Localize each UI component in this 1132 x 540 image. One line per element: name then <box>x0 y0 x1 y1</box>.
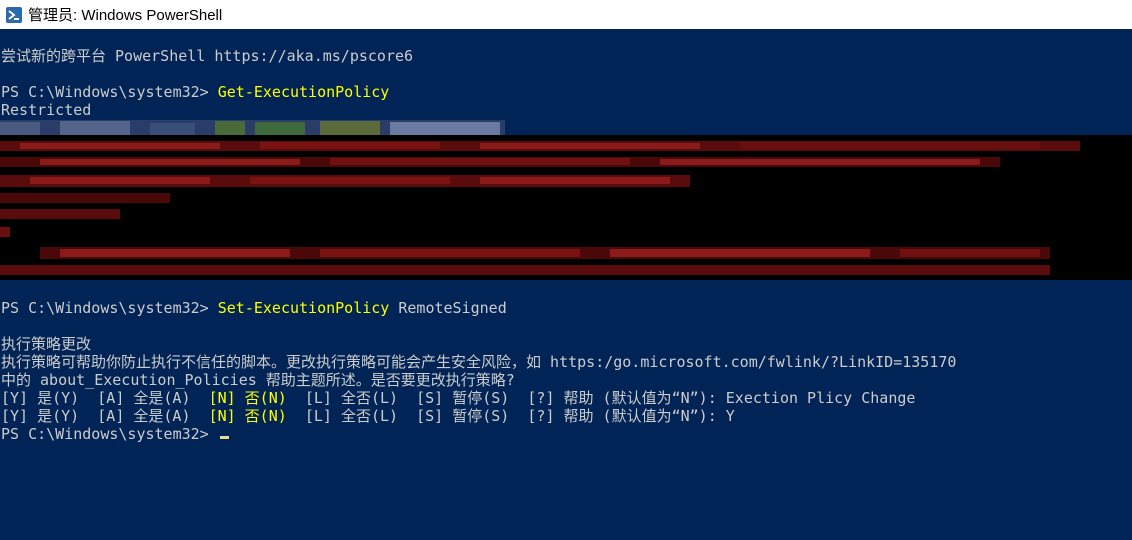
prompt: PS C:\Windows\system32> <box>1 425 218 443</box>
prompt-line-1: PS C:\Windows\system32> Get-ExecutionPol… <box>1 83 389 101</box>
policy-message-line-1: 执行策略可帮助你防止执行不信任的脚本。更改执行策略可能会产生安全风险，如 htt… <box>1 353 957 371</box>
default-choice: [N] 否(N) <box>208 389 287 407</box>
user-answer: Exection Plicy Change <box>725 389 916 407</box>
prompt: PS C:\Windows\system32> <box>1 83 218 101</box>
output-line: Restricted <box>1 101 92 119</box>
choice-line-1: [Y] 是(Y) [A] 全是(A) [N] 否(N) [L] 全否(L) [S… <box>1 389 915 407</box>
choice-options: [Y] 是(Y) [A] 全是(A) <box>1 407 209 425</box>
default-choice: [N] 否(N) <box>208 407 287 425</box>
policy-change-heading: 执行策略更改 <box>1 335 92 353</box>
prompt-line-3[interactable]: PS C:\Windows\system32> <box>1 425 229 443</box>
title-bar: 管理员: Windows PowerShell <box>0 0 1132 29</box>
command-argument: RemoteSigned <box>389 299 507 317</box>
redacted-region <box>0 135 1132 280</box>
prompt-line-2: PS C:\Windows\system32> Set-ExecutionPol… <box>1 299 507 317</box>
banner-line: 尝试新的跨平台 PowerShell https://aka.ms/pscore… <box>1 47 414 65</box>
choice-options: [L] 全否(L) [S] 暂停(S) [?] 帮助 (默认值为“N”): <box>286 407 726 425</box>
command-text: Get-ExecutionPolicy <box>217 83 390 101</box>
text-cursor <box>219 436 229 439</box>
command-text: Set-ExecutionPolicy <box>217 299 390 317</box>
choice-options: [L] 全否(L) [S] 暂停(S) [?] 帮助 (默认值为“N”): <box>286 389 726 407</box>
choice-line-2: [Y] 是(Y) [A] 全是(A) [N] 否(N) [L] 全否(L) [S… <box>1 407 735 425</box>
policy-message-line-2: 中的 about_Execution_Policies 帮助主题所述。是否要更改… <box>1 371 515 389</box>
user-answer: Y <box>725 407 735 425</box>
powershell-icon <box>6 6 22 23</box>
prompt: PS C:\Windows\system32> <box>1 299 218 317</box>
choice-options: [Y] 是(Y) [A] 全是(A) <box>1 389 209 407</box>
console-area[interactable]: 尝试新的跨平台 PowerShell https://aka.ms/pscore… <box>0 29 1132 540</box>
window-title: 管理员: Windows PowerShell <box>28 7 223 24</box>
